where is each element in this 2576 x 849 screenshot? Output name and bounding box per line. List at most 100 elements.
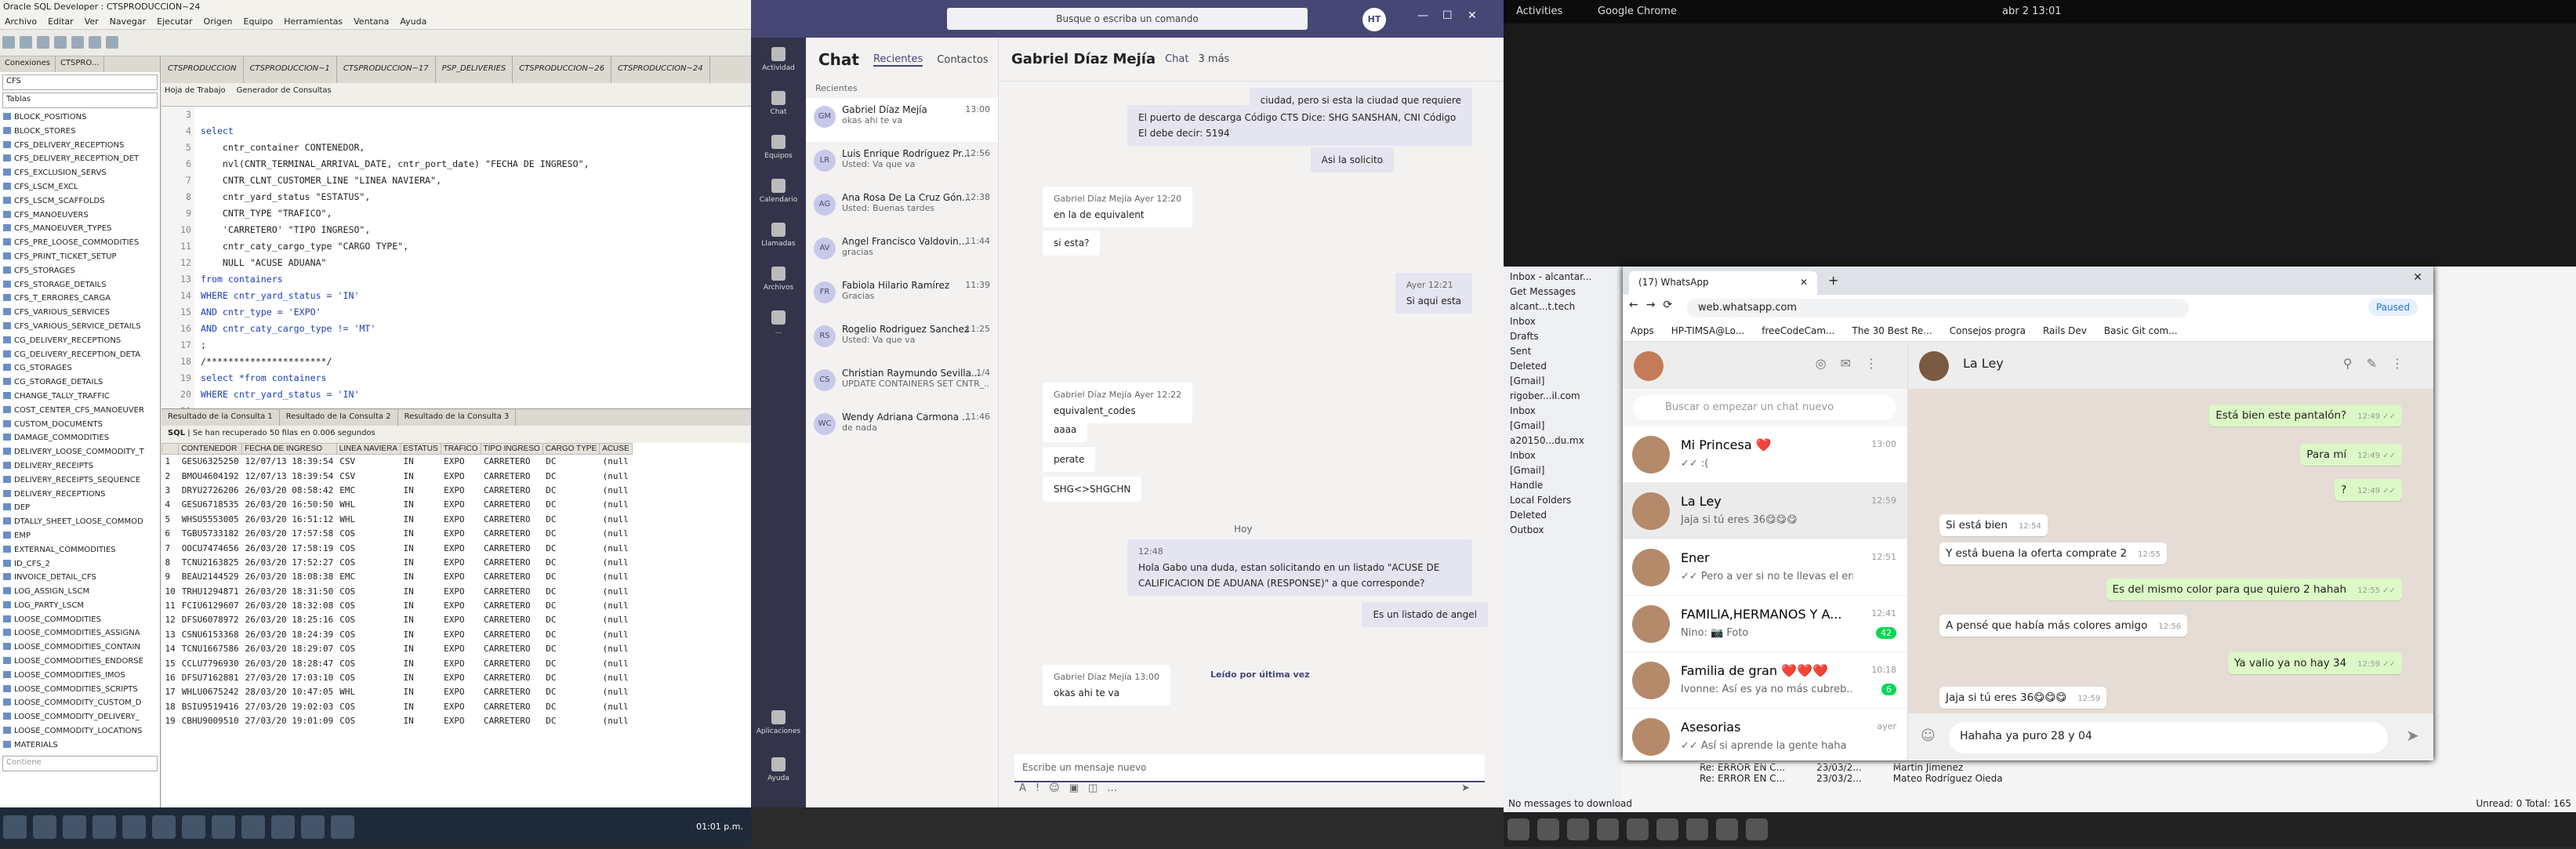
taskbar-app-icon[interactable]	[93, 815, 116, 839]
editor-tab[interactable]: CTSPRODUCCION~24	[611, 56, 710, 83]
code-line[interactable]: CNTR_TYPE "TRAFICO",	[201, 205, 590, 222]
menu-item[interactable]: Archivo	[5, 16, 37, 27]
table-item[interactable]: LOOSE_COMMODITIES_SCRIPTS	[3, 683, 160, 697]
table-item[interactable]: DELIVERY_RECEIPTS	[3, 459, 160, 473]
table-item[interactable]: CFS_DELIVERY_RECEPTIONS	[3, 139, 160, 153]
chrome-tab[interactable]: (17) WhatsApp ✕	[1629, 271, 1817, 295]
rail-item[interactable]: Aplicaciones	[751, 704, 806, 748]
bookmark-item[interactable]: Rails Dev	[2043, 325, 2087, 337]
folder-item[interactable]: Inbox	[1510, 448, 1615, 463]
code-line[interactable]: select *from containers	[201, 370, 590, 386]
table-item[interactable]: LOG_PARTY_LSCM	[3, 599, 160, 613]
format-icon[interactable]: A	[1019, 782, 1036, 794]
rail-item[interactable]: Llamadas	[751, 216, 806, 260]
gnome-clock[interactable]: abr 2 13:01	[2002, 5, 2062, 17]
minimize-icon[interactable]: —	[1417, 9, 1428, 22]
taskbar-app-icon[interactable]	[271, 815, 295, 839]
folder-item[interactable]: [Gmail]	[1510, 374, 1615, 389]
bookmark-item[interactable]: Basic Git com...	[2104, 325, 2178, 337]
connection-select[interactable]: CFS	[2, 74, 158, 90]
column-header[interactable]: FECHA DE INGRESO	[241, 443, 337, 455]
chat-list-item[interactable]: RS Rogelio Rodriguez Sanchez Usted: Va que…	[806, 317, 998, 361]
open-icon[interactable]	[20, 36, 32, 49]
code-line[interactable]: 'CARRETERO' "TIPO INGRESO",	[201, 222, 590, 238]
start-button-icon[interactable]	[3, 815, 27, 839]
table-row[interactable]: 19 CBHU9009510 27/03/20 19:01:09 COS IN EXPO C…	[162, 714, 633, 728]
table-row[interactable]: 7 OOCU7474656 26/03/20 17:58:19 COS IN EXPO CA…	[162, 541, 633, 555]
table-item[interactable]: LOOSE_COMMODITY_CUSTOM_D	[3, 696, 160, 710]
taskbar-app-icon[interactable]	[63, 815, 86, 839]
save-icon[interactable]	[37, 36, 49, 49]
table-item[interactable]: DELIVERY_RECEIPTS_SEQUENCE	[3, 473, 160, 488]
filter-input[interactable]: Contiene	[2, 756, 158, 771]
editor-tab[interactable]: PSP_DELIVERIES	[436, 56, 513, 83]
code-line[interactable]: /**********************/	[201, 354, 590, 370]
table-item[interactable]: CG_DELIVERY_RECEPTION_DETA	[3, 348, 160, 362]
table-row[interactable]: 11 FCIU6129607 26/03/20 18:32:08 COS IN EXPO C…	[162, 598, 633, 612]
attach-icon[interactable]: !	[1036, 782, 1049, 794]
dock-app-icon[interactable]	[1746, 818, 1768, 840]
column-header[interactable]: TRAFICO	[440, 443, 481, 455]
user-avatar[interactable]: HT	[1362, 8, 1386, 31]
profile-paused-button[interactable]: Paused	[2368, 299, 2418, 316]
table-item[interactable]: CFS_LSCM_SCAFFOLDS	[3, 194, 160, 209]
chrome-icon[interactable]	[1537, 818, 1559, 840]
forward-icon[interactable]	[89, 36, 101, 49]
table-item[interactable]: LOG_ASSIGN_LSCM	[3, 585, 160, 599]
table-item[interactable]: CFS_STORAGE_DETAILS	[3, 278, 160, 292]
rail-item[interactable]: Calendario	[751, 172, 806, 216]
message-row[interactable]: Re: ERROR EN C... 23/03/2... Mateo Rodrígu…	[1700, 773, 2248, 784]
menu-item[interactable]: Ayuda	[400, 16, 426, 27]
tab-recent[interactable]: Recientes	[873, 53, 923, 67]
chat-list-item[interactable]: AG Ana Rosa De La Cruz Gón... Usted: Buena…	[806, 186, 998, 230]
bookmark-item[interactable]: Consejos progra	[1950, 325, 2026, 337]
code-line[interactable]	[201, 403, 590, 408]
column-header[interactable]: CONTENEDOR	[178, 443, 243, 455]
table-item[interactable]: MATERIALS	[3, 738, 160, 753]
table-item[interactable]: CFS_STORAGES	[3, 264, 160, 278]
folder-item[interactable]: [Gmail]	[1510, 419, 1615, 434]
gif-icon[interactable]: ▣	[1069, 782, 1088, 794]
taskbar-app-icon[interactable]	[33, 815, 56, 839]
table-item[interactable]: CFS_VARIOUS_SERVICE_DETAILS	[3, 320, 160, 334]
menu-item[interactable]: Equipo	[244, 16, 274, 27]
column-header[interactable]: ACUSE	[599, 443, 633, 455]
sql-code-area[interactable]: 3 4 5 6 7 8 9 10 11 12 13 14 15 16 17 18 19 20 21 select c…	[161, 107, 751, 408]
app-menu[interactable]: Google Chrome	[1598, 5, 1677, 17]
menu-item[interactable]: Ejecutar	[157, 16, 192, 27]
table-item[interactable]: DELIVERY_LOOSE_COMMODITY_T	[3, 445, 160, 459]
folder-item[interactable]: [Gmail]	[1510, 463, 1615, 478]
vscode-icon[interactable]	[1597, 818, 1619, 840]
connection-tab[interactable]: Conexiones	[0, 56, 56, 72]
column-header[interactable]: ESTATUS	[400, 443, 441, 455]
bookmark-item[interactable]: HP-TIMSA@Lo...	[1671, 325, 1745, 337]
folder-item[interactable]: Inbox	[1510, 404, 1615, 419]
table-item[interactable]: INVOICE_DETAIL_CFS	[3, 571, 160, 585]
table-item[interactable]: BLOCK_POSITIONS	[3, 111, 160, 125]
whatsapp-chat-item[interactable]: Ener ✓✓ Pero a ver si no te llevas el err…	[1623, 539, 1907, 596]
menu-item[interactable]: Editar	[48, 16, 74, 27]
code-line[interactable]: AND cntr_caty_cargo_type != 'MT'	[201, 321, 590, 337]
table-row[interactable]: 6 TGBU5733182 26/03/20 17:57:58 COS IN EXPO CA…	[162, 526, 633, 540]
menu-item[interactable]: Ver	[85, 16, 99, 27]
table-row[interactable]: 15 CCLU7796930 26/03/20 18:28:47 COS IN EXPO C…	[162, 656, 633, 670]
taskbar-app-icon[interactable]	[212, 815, 235, 839]
table-item[interactable]: LOOSE_COMMODITIES_IMOS	[3, 669, 160, 683]
table-row[interactable]: 4 GESU6718535 26/03/20 16:50:50 WHL IN EXPO CA…	[162, 498, 633, 512]
conversation-icons[interactable]: ⚲✎⋮	[2343, 356, 2418, 371]
column-header[interactable]: CARGO TYPE	[542, 443, 600, 455]
taskbar-app-icon[interactable]	[301, 815, 325, 839]
bookmark-item[interactable]: freeCodeCam...	[1761, 325, 1834, 337]
table-row[interactable]: 8 TCNU2163825 26/03/20 17:52:27 COS IN EXPO CA…	[162, 555, 633, 569]
chat-list-item[interactable]: FR Fabiola Hilario Ramírez Gracias 11:39	[806, 274, 998, 317]
code-line[interactable]: cntr_container CONTENEDOR,	[201, 140, 590, 156]
result-tab[interactable]: Resultado de la Consulta 3	[398, 409, 517, 426]
table-item[interactable]: CHANGE_TALLY_TRAFFIC	[3, 390, 160, 404]
table-row[interactable]: 5 WHSU5553005 26/03/20 16:51:12 WHL IN EXPO CA…	[162, 512, 633, 526]
activities-button[interactable]: Activities	[1516, 5, 1562, 17]
more-options-icon[interactable]: …	[1107, 782, 1127, 794]
chat-list-item[interactable]: WC Wendy Adriana Carmona ... de nada 11:46	[806, 405, 998, 449]
column-header[interactable]: LINEA NAVIERA	[336, 443, 401, 455]
taskbar-app-icon[interactable]	[241, 815, 265, 839]
editor-tab[interactable]: CTSPRODUCCION	[161, 56, 244, 83]
